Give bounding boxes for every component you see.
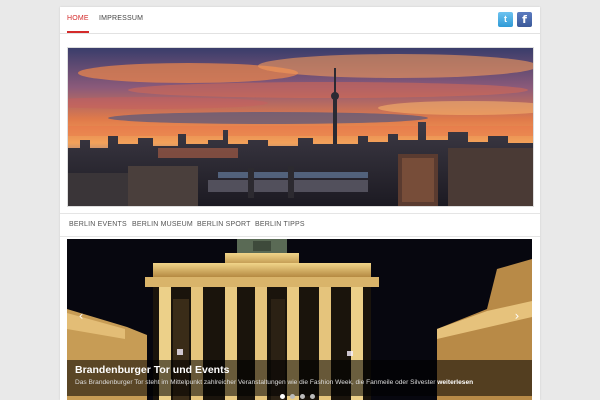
secondary-navigation: BERLIN EVENTS BERLIN MUSEUM BERLIN SPORT… — [60, 213, 540, 237]
nav-item-home[interactable]: HOME — [67, 7, 89, 33]
chevron-left-icon[interactable]: ‹ — [75, 309, 87, 323]
image-slider[interactable]: ‹ › Brandenburger Tor und Events Das Bra… — [67, 239, 532, 400]
facebook-icon[interactable]: f — [517, 12, 532, 27]
page-container: HOME IMPRESSUM t f BERLIN EVENTS BERLIN … — [60, 7, 540, 400]
subnav-item-museum[interactable]: BERLIN MUSEUM — [132, 214, 193, 236]
berlin-skyline-image — [68, 48, 533, 206]
nav-item-impressum[interactable]: IMPRESSUM — [99, 7, 143, 31]
top-navigation: HOME IMPRESSUM t f — [60, 7, 540, 33]
subnav-item-sport[interactable]: BERLIN SPORT — [197, 214, 251, 236]
slide-text: Das Brandenburger Tor steht im Mittelpun… — [75, 379, 436, 386]
subnav-item-tipps[interactable]: BERLIN TIPPS — [255, 214, 305, 236]
slider-dot[interactable] — [290, 394, 295, 399]
chevron-right-icon[interactable]: › — [511, 309, 523, 323]
slider-dot[interactable] — [300, 394, 305, 399]
slide-caption: Brandenburger Tor und Events Das Branden… — [67, 360, 532, 396]
divider — [60, 33, 540, 34]
slider-dot[interactable] — [280, 394, 285, 399]
slider-dot[interactable] — [310, 394, 315, 399]
read-more-link[interactable]: weiterlesen — [437, 379, 473, 386]
subnav-item-events[interactable]: BERLIN EVENTS — [69, 214, 127, 236]
slide-description: Das Brandenburger Tor steht im Mittelpun… — [75, 379, 473, 386]
twitter-icon[interactable]: t — [498, 12, 513, 27]
header-banner-image[interactable] — [67, 47, 534, 207]
slide-title[interactable]: Brandenburger Tor und Events — [75, 364, 229, 376]
